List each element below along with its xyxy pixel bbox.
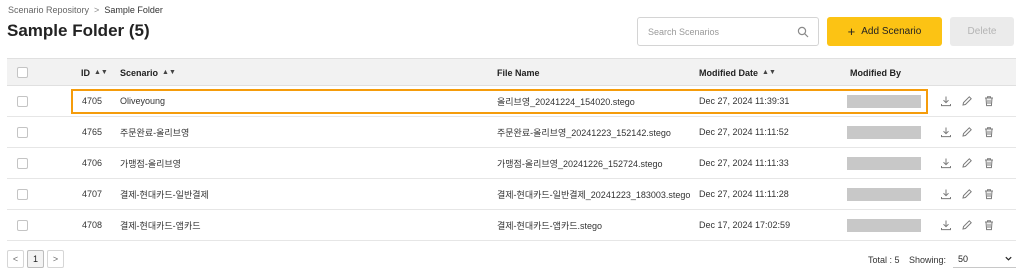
column-scenario-label: Scenario xyxy=(120,67,159,78)
cell-scenario[interactable]: Oliveyoung xyxy=(120,86,165,116)
cell-id: 4707 xyxy=(82,189,103,199)
cell-id: 4765 xyxy=(82,127,103,137)
add-scenario-button[interactable]: + Add Scenario xyxy=(827,17,942,46)
row-checkbox-cell xyxy=(17,148,28,178)
row-checkbox[interactable] xyxy=(17,188,28,200)
row-checkbox-cell xyxy=(17,210,28,240)
breadcrumb: Scenario Repository > Sample Folder xyxy=(8,5,163,15)
column-file-name-label: File Name xyxy=(497,67,540,78)
row-checkbox[interactable] xyxy=(17,219,28,231)
cell-modified-by xyxy=(847,117,921,147)
cell-id: 4705 xyxy=(82,96,103,106)
cell-file-name: 주문완료-올리브영_20241223_152142.stego xyxy=(497,127,671,138)
table-row[interactable]: 4705 Oliveyoung 올리브영_20241224_154020.ste… xyxy=(7,86,1016,117)
column-id-label: ID xyxy=(81,67,90,78)
chevron-down-icon xyxy=(1005,256,1012,261)
edit-icon[interactable] xyxy=(961,157,973,169)
breadcrumb-root-link[interactable]: Scenario Repository xyxy=(8,5,89,15)
edit-icon[interactable] xyxy=(961,95,973,107)
column-header-modified-by: Modified By xyxy=(850,59,901,86)
search-icon[interactable] xyxy=(797,26,809,38)
column-modified-date-label: Modified Date xyxy=(699,67,759,78)
cell-scenario[interactable]: 주문완료-올리브영 xyxy=(120,117,189,147)
column-header-modified-date[interactable]: Modified Date ▲▼ xyxy=(699,59,776,86)
download-icon[interactable] xyxy=(940,188,952,200)
trash-icon[interactable] xyxy=(983,95,995,107)
edit-icon[interactable] xyxy=(961,219,973,231)
cell-id: 4706 xyxy=(82,158,103,168)
cell-file-name: 가맹점-올리브영_20241226_152724.stego xyxy=(497,158,663,169)
row-checkbox-cell xyxy=(17,86,28,116)
column-header-scenario[interactable]: Scenario ▲▼ xyxy=(120,59,176,86)
download-icon[interactable] xyxy=(940,126,952,138)
next-page-button[interactable]: > xyxy=(47,250,64,268)
row-checkbox[interactable] xyxy=(17,95,28,107)
redacted-user-block xyxy=(847,125,921,139)
row-checkbox[interactable] xyxy=(17,157,28,169)
row-checkbox-cell xyxy=(17,117,28,147)
search-input[interactable] xyxy=(638,18,788,45)
download-icon[interactable] xyxy=(940,219,952,231)
redacted-user-block xyxy=(847,187,921,201)
cell-modified-by xyxy=(847,148,921,178)
delete-button[interactable]: Delete xyxy=(950,17,1014,46)
cell-scenario[interactable]: 가맹점-올리브영 xyxy=(120,148,181,178)
trash-icon[interactable] xyxy=(983,188,995,200)
total-count: Total : 5 xyxy=(868,255,900,265)
breadcrumb-separator: > xyxy=(94,5,100,15)
add-scenario-label: Add Scenario xyxy=(861,26,922,37)
cell-modified-by xyxy=(847,210,921,240)
sort-icon: ▲▼ xyxy=(762,69,776,76)
cell-modified-date: Dec 17, 2024 17:02:59 xyxy=(699,220,791,230)
sort-icon: ▲▼ xyxy=(94,69,108,76)
column-header-file-name: File Name xyxy=(497,59,540,86)
table-row[interactable]: 4706 가맹점-올리브영 가맹점-올리브영_20241226_152724.s… xyxy=(7,148,1016,179)
cell-modified-date: Dec 27, 2024 11:11:33 xyxy=(699,158,789,168)
cell-scenario[interactable]: 결제-현대카드-일반결제 xyxy=(120,179,209,209)
cell-file-name: 결제-현대카드-앱카드.stego xyxy=(497,220,603,231)
cell-file-name: 올리브영_20241224_154020.stego xyxy=(497,96,635,107)
cell-modified-date: Dec 27, 2024 11:11:52 xyxy=(699,127,789,137)
plus-icon: + xyxy=(847,24,856,39)
search-box[interactable] xyxy=(637,17,819,46)
table-row[interactable]: 4708 결제-현대카드-앱카드 결제-현대카드-앱카드.stego Dec 1… xyxy=(7,210,1016,241)
edit-icon[interactable] xyxy=(961,126,973,138)
column-header-id[interactable]: ID ▲▼ xyxy=(81,59,108,86)
page-title: Sample Folder (5) xyxy=(7,21,150,40)
cell-modified-by xyxy=(847,179,921,209)
scenario-table: ID ▲▼ Scenario ▲▼ File Name Modified Date ▲… xyxy=(7,58,1016,241)
table-header: ID ▲▼ Scenario ▲▼ File Name Modified Date ▲… xyxy=(7,58,1016,86)
cell-modified-date: Dec 27, 2024 11:39:31 xyxy=(699,96,790,106)
cell-modified-date: Dec 27, 2024 11:11:28 xyxy=(699,189,789,199)
row-checkbox[interactable] xyxy=(17,126,28,138)
download-icon[interactable] xyxy=(940,157,952,169)
table-row[interactable]: 4707 결제-현대카드-일반결제 결제-현대카드-일반결제_20241223_… xyxy=(7,179,1016,210)
download-icon[interactable] xyxy=(940,95,952,107)
trash-icon[interactable] xyxy=(983,157,995,169)
table-row[interactable]: 4765 주문완료-올리브영 주문완료-올리브영_20241223_152142… xyxy=(7,117,1016,148)
prev-page-button[interactable]: < xyxy=(7,250,24,268)
page-size-value: 50 xyxy=(958,253,969,264)
cell-modified-by xyxy=(847,86,921,116)
edit-icon[interactable] xyxy=(961,188,973,200)
trash-icon[interactable] xyxy=(983,126,995,138)
page-number-button[interactable]: 1 xyxy=(27,250,44,268)
trash-icon[interactable] xyxy=(983,219,995,231)
sort-icon: ▲▼ xyxy=(162,69,176,76)
row-checkbox-cell xyxy=(17,179,28,209)
page-size-select[interactable]: 50 xyxy=(953,250,1016,268)
redacted-user-block xyxy=(847,156,921,170)
breadcrumb-current: Sample Folder xyxy=(104,5,163,15)
select-all-cell xyxy=(17,59,28,86)
redacted-user-block xyxy=(847,218,921,232)
showing-label: Showing: xyxy=(909,255,947,265)
select-all-checkbox[interactable] xyxy=(17,67,28,78)
pagination: < 1 > xyxy=(7,250,64,268)
cell-id: 4708 xyxy=(82,220,103,230)
redacted-user-block xyxy=(847,94,921,108)
cell-file-name: 결제-현대카드-일반결제_20241223_183003.stego xyxy=(497,189,691,200)
cell-scenario[interactable]: 결제-현대카드-앱카드 xyxy=(120,210,201,240)
column-modified-by-label: Modified By xyxy=(850,67,901,78)
